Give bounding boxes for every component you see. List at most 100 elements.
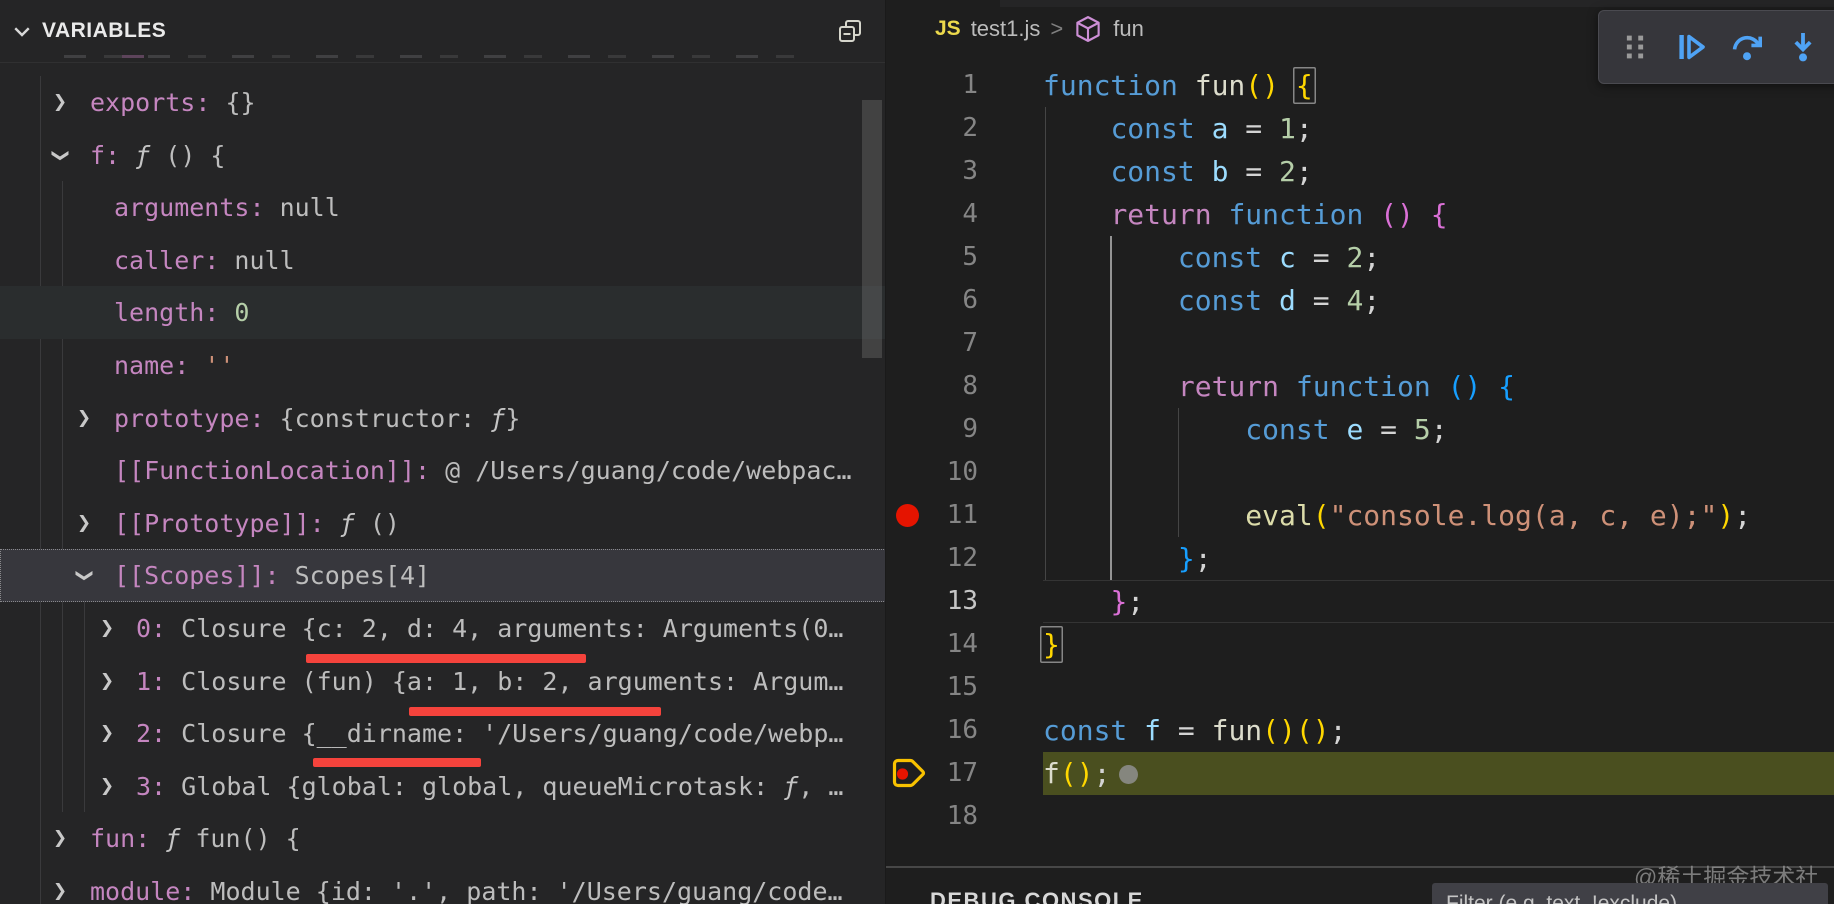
current-statement-breakpoint-icon[interactable]	[890, 757, 928, 796]
variables-text-part: [[Prototype]]:	[114, 508, 325, 538]
variables-row-text: fun: ƒ fun() {	[90, 812, 301, 865]
code-line[interactable]: const b = 2;	[1043, 150, 1751, 193]
line-number: 12	[946, 543, 978, 573]
variables-row[interactable]: [[FunctionLocation]]: @ /Users/guang/cod…	[0, 444, 885, 497]
code-token: function	[1043, 69, 1178, 102]
continue-button[interactable]	[1675, 31, 1707, 63]
red-underline-annotation	[306, 654, 586, 663]
code-line[interactable]: const a = 1;	[1043, 107, 1751, 150]
duplicate-panels-icon[interactable]	[834, 16, 866, 53]
line-number: 2	[962, 113, 978, 143]
chevron-right-icon[interactable]: ❯	[74, 392, 94, 445]
code-area[interactable]: function fun() { const a = 1; const b = …	[1043, 64, 1751, 838]
chevron-right-icon[interactable]: ❯	[50, 812, 70, 865]
tab-debug-console[interactable]: DEBUG CONSOLE	[930, 888, 1144, 904]
variables-row-text: caller: null	[114, 234, 295, 287]
code-token: )	[1717, 499, 1735, 532]
variables-row[interactable]: ❯ module: Module {id: '.', path: '/Users/…	[0, 865, 885, 904]
variables-row[interactable]: length: 0	[0, 286, 885, 340]
chevron-right-icon[interactable]: ❯	[97, 760, 117, 813]
variables-panel: ❯ exports: {} ❯ f: ƒ () {arguments: null cal…	[0, 0, 886, 904]
code-token: {	[1293, 67, 1316, 104]
filter-placeholder: Filter (e.g. text, !exclude)	[1446, 892, 1678, 904]
code-token: c	[1279, 241, 1296, 274]
code-line[interactable]: const c = 2;	[1043, 236, 1751, 279]
toolbar-drag-grip-icon[interactable]	[1619, 31, 1651, 63]
breadcrumb-file[interactable]: test1.js	[971, 16, 1041, 42]
code-token: ;	[1363, 241, 1381, 274]
variables-text-part: {constructor:	[264, 403, 491, 433]
variables-row[interactable]: arguments: null	[0, 181, 885, 234]
code-token: function	[1228, 198, 1364, 231]
code-token: 2	[1279, 155, 1296, 188]
variables-row-text: [[Prototype]]: ƒ ()	[114, 497, 400, 550]
variables-panel-header[interactable]: VARIABLES	[0, 0, 885, 62]
chevron-down-icon[interactable]: ❯	[58, 566, 111, 586]
variables-row[interactable]: ❯ [[Scopes]]: Scopes[4]	[0, 549, 885, 603]
variables-row[interactable]: ❯ f: ƒ () {	[0, 129, 885, 182]
code-line[interactable]: f();	[1043, 752, 1751, 795]
code-line[interactable]: }	[1043, 623, 1751, 666]
breadcrumb-symbol[interactable]: fun	[1113, 16, 1144, 42]
code-line[interactable]	[1043, 451, 1751, 494]
step-into-button[interactable]	[1787, 31, 1819, 63]
code-token: ()	[1262, 714, 1296, 747]
debug-toolbar[interactable]	[1598, 10, 1834, 84]
breakpoint-icon[interactable]	[896, 504, 919, 527]
chevron-right-icon[interactable]: ❯	[97, 707, 117, 760]
step-over-button[interactable]	[1731, 31, 1763, 63]
code-token: =	[1295, 241, 1347, 274]
code-line[interactable]: const f = fun()();	[1043, 709, 1751, 752]
code-token: const	[1245, 413, 1330, 446]
sidebar-scrollbar-thumb[interactable]	[862, 100, 882, 358]
code-token: ()	[1380, 198, 1414, 231]
code-line[interactable]: };	[1043, 537, 1751, 580]
red-underline-annotation	[409, 707, 661, 716]
chevron-down-icon[interactable]	[10, 20, 34, 49]
code-line[interactable]: const d = 4;	[1043, 279, 1751, 322]
code-token: 4	[1346, 284, 1364, 317]
variables-text-part: exports:	[90, 88, 211, 117]
code-token: ;	[1194, 542, 1212, 575]
chevron-right-icon[interactable]: ❯	[50, 76, 70, 129]
line-number: 1	[962, 70, 978, 100]
chevron-right-icon[interactable]: ❯	[50, 865, 70, 904]
variables-row[interactable]: ❯ [[Prototype]]: ƒ ()	[0, 497, 885, 550]
code-line[interactable]	[1043, 322, 1751, 365]
variables-text-part: 2:	[136, 719, 167, 749]
code-line[interactable]: return function () {	[1043, 193, 1751, 236]
variables-row[interactable]: ❯ exports: {}	[0, 76, 885, 129]
code-line[interactable]: eval("console.log(a, c, e);");	[1043, 494, 1751, 537]
code-token: f	[1043, 757, 1060, 790]
chevron-right-icon[interactable]: ❯	[97, 602, 117, 655]
code-token: 5	[1413, 413, 1431, 446]
chevron-right-icon[interactable]: ❯	[74, 497, 94, 550]
variables-row[interactable]: caller: null	[0, 234, 885, 287]
line-number-gutter[interactable]: 1 2 3 4 5 6 7 8 9 10 11 12 13 14 15 16 17 18	[886, 64, 978, 838]
code-line[interactable]: };	[1043, 580, 1751, 623]
code-line[interactable]: const e = 5;	[1043, 408, 1751, 451]
chevron-down-icon[interactable]: ❯	[34, 145, 87, 165]
editor-pane: JS test1.js > fun 1 2 3 4 5 6 7 8 9 10 11 12 13 14 15 1…	[886, 0, 1834, 904]
line-number: 3	[962, 156, 978, 186]
variables-text-part: 1:	[136, 666, 167, 696]
variables-row[interactable]: name: ''	[0, 339, 885, 392]
chevron-right-icon[interactable]: ❯	[97, 655, 117, 708]
console-filter-input[interactable]: Filter (e.g. text, !exclude)	[1432, 883, 1828, 904]
tab-strip-edge	[886, 0, 1834, 7]
code-line[interactable]: return function () {	[1043, 365, 1751, 408]
variables-row[interactable]: ❯ 3: Global {global: global, queueMicrota…	[0, 760, 885, 813]
variables-row[interactable]: ❯ prototype: {constructor: ƒ}	[0, 392, 885, 445]
line-number: 6	[962, 285, 978, 315]
code-token: ;	[1363, 284, 1381, 317]
variables-row[interactable]: ❯ fun: ƒ fun() {	[0, 812, 885, 865]
variables-text-part: Global {global: global, queueMicrotask:	[166, 771, 784, 801]
code-line[interactable]	[1043, 666, 1751, 709]
clipped-scrolled-row	[64, 53, 804, 60]
code-line[interactable]	[1043, 795, 1751, 838]
variables-row[interactable]: ❯ 0: Closure {c: 2, d: 4, arguments: Argu…	[0, 602, 885, 655]
